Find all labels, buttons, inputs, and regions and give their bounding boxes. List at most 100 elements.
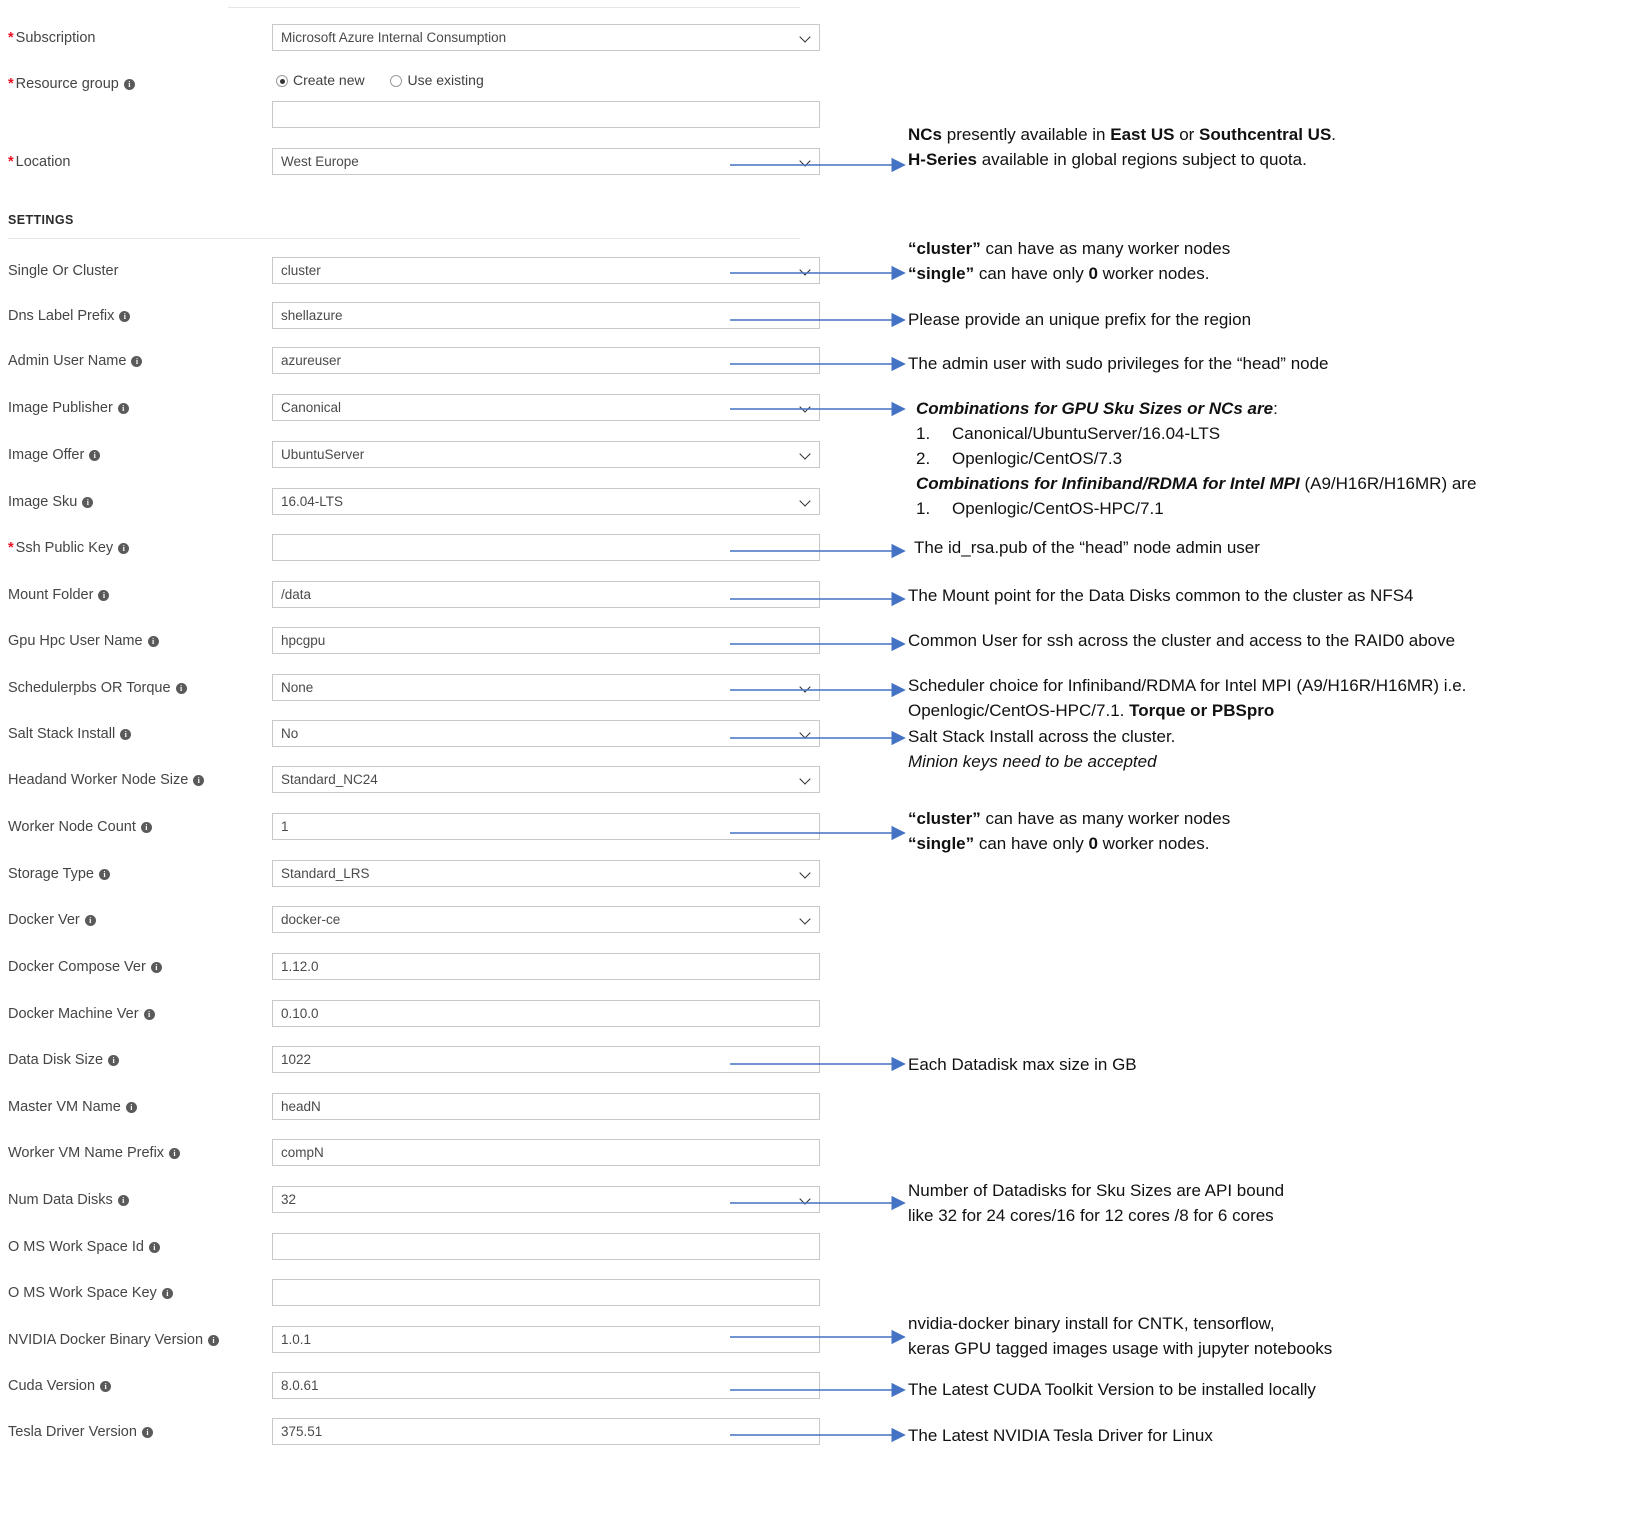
- scheduler-value: None: [281, 680, 314, 695]
- form-row-tesla-driver-version: Tesla Driver Version i 375.51: [0, 1418, 830, 1452]
- chevron-down-icon[interactable]: [801, 729, 810, 738]
- info-icon[interactable]: i: [193, 775, 205, 786]
- info-icon[interactable]: i: [141, 1427, 153, 1438]
- info-icon[interactable]: i: [118, 543, 130, 554]
- label-data-disk-size: Data Disk Size i: [8, 1050, 120, 1070]
- chevron-down-icon[interactable]: [801, 915, 810, 924]
- info-icon[interactable]: i: [140, 822, 152, 833]
- chevron-down-icon[interactable]: [801, 683, 810, 692]
- location-value: West Europe: [281, 154, 359, 169]
- chevron-down-icon[interactable]: [801, 157, 810, 166]
- chevron-down-icon[interactable]: [801, 775, 810, 784]
- num-data-disks-select[interactable]: 32: [272, 1186, 820, 1213]
- note-salt-l2: Minion keys need to be accepted: [908, 752, 1157, 771]
- data-disk-size-input[interactable]: 1022: [272, 1046, 820, 1073]
- master-vm-name-input[interactable]: headN: [272, 1093, 820, 1120]
- note-ssh-public-key: The id_rsa.pub of the “head” node admin …: [914, 538, 1260, 557]
- label-image-publisher: Image Publisher i: [8, 398, 129, 418]
- radio-use-existing[interactable]: Use existing: [390, 72, 484, 88]
- note-mount-folder: The Mount point for the Data Disks commo…: [908, 586, 1414, 605]
- label-cuda-version: Cuda Version i: [8, 1376, 112, 1396]
- note-wnc-l1a: “cluster”: [908, 809, 981, 828]
- note-scheduler: Scheduler choice for Infiniband/RDMA for…: [908, 673, 1466, 723]
- settings-section-header: SETTINGS: [8, 213, 74, 227]
- info-icon[interactable]: i: [147, 636, 159, 647]
- image-offer-value: UbuntuServer: [281, 447, 365, 462]
- oms-workspace-key-input[interactable]: [272, 1279, 820, 1306]
- image-sku-select[interactable]: 16.04-LTS: [272, 488, 820, 515]
- info-icon[interactable]: i: [208, 1335, 220, 1346]
- info-icon[interactable]: i: [98, 590, 110, 601]
- note-scheduler-l2a: Openlogic/CentOS-HPC/7.1.: [908, 701, 1130, 720]
- mount-folder-input[interactable]: /data: [272, 581, 820, 608]
- list-item: 1. Openlogic/CentOS-HPC/7.1: [916, 496, 1476, 521]
- single-or-cluster-select[interactable]: cluster: [272, 257, 820, 284]
- info-icon[interactable]: i: [108, 1055, 120, 1066]
- docker-compose-ver-input[interactable]: 1.12.0: [272, 953, 820, 980]
- info-icon[interactable]: i: [150, 962, 162, 973]
- chevron-down-icon[interactable]: [801, 497, 810, 506]
- note-ip-gpu-heading-tail: :: [1273, 399, 1278, 418]
- label-subscription: * Subscription: [8, 30, 96, 46]
- resource-group-name-input[interactable]: [272, 101, 820, 128]
- info-icon[interactable]: i: [84, 915, 96, 926]
- label-storage-type: Storage Type i: [8, 864, 110, 884]
- label-worker-vm-name-prefix: Worker VM Name Prefix i: [8, 1143, 181, 1163]
- nvidia-docker-binary-version-input[interactable]: 1.0.1: [272, 1326, 820, 1353]
- info-icon[interactable]: i: [119, 311, 131, 322]
- worker-node-count-input[interactable]: 1: [272, 813, 820, 840]
- info-icon[interactable]: i: [175, 683, 187, 694]
- info-icon[interactable]: i: [100, 1381, 112, 1392]
- storage-type-select[interactable]: Standard_LRS: [272, 860, 820, 887]
- dns-label-prefix-value: shellazure: [281, 308, 343, 323]
- info-icon[interactable]: i: [82, 497, 94, 508]
- info-icon[interactable]: i: [123, 79, 135, 90]
- admin-user-name-input[interactable]: azureuser: [272, 347, 820, 374]
- chevron-down-icon[interactable]: [801, 266, 810, 275]
- scheduler-select[interactable]: None: [272, 674, 820, 701]
- image-publisher-select[interactable]: Canonical: [272, 394, 820, 421]
- info-icon[interactable]: i: [120, 729, 132, 740]
- info-icon[interactable]: i: [143, 1009, 155, 1020]
- info-icon[interactable]: i: [161, 1288, 173, 1299]
- info-icon[interactable]: i: [117, 403, 129, 414]
- info-icon[interactable]: i: [169, 1148, 181, 1159]
- num-data-disks-value: 32: [281, 1192, 297, 1207]
- chevron-down-icon[interactable]: [801, 403, 810, 412]
- gpu-hpc-user-name-input[interactable]: hpcgpu: [272, 627, 820, 654]
- list-item-text: Openlogic/CentOS-HPC/7.1: [952, 499, 1164, 518]
- dns-label-prefix-input[interactable]: shellazure: [272, 302, 820, 329]
- salt-stack-install-select[interactable]: No: [272, 720, 820, 747]
- form-row-oms-workspace-key: O MS Work Space Key i: [0, 1279, 830, 1313]
- radio-create-new[interactable]: Create new: [276, 72, 365, 88]
- worker-vm-name-prefix-input[interactable]: compN: [272, 1139, 820, 1166]
- ssh-public-key-input[interactable]: [272, 534, 820, 561]
- settings-divider: [8, 238, 800, 239]
- cuda-version-input[interactable]: 8.0.61: [272, 1372, 820, 1399]
- head-and-worker-node-size-select[interactable]: Standard_NC24: [272, 766, 820, 793]
- info-icon[interactable]: i: [117, 1195, 129, 1206]
- label-docker-ver: Docker Ver i: [8, 910, 96, 930]
- note-soc-l2d: worker nodes.: [1097, 264, 1210, 283]
- info-icon[interactable]: i: [99, 869, 110, 880]
- docker-ver-select[interactable]: docker-ce: [272, 906, 820, 933]
- oms-workspace-id-input[interactable]: [272, 1233, 820, 1260]
- chevron-down-icon[interactable]: [801, 450, 810, 459]
- subscription-select[interactable]: Microsoft Azure Internal Consumption: [272, 24, 820, 51]
- chevron-down-icon[interactable]: [801, 33, 810, 42]
- form-row-docker-ver: Docker Ver i docker-ce: [0, 906, 830, 940]
- form-row-location: * Location West Europe: [0, 148, 830, 182]
- info-icon[interactable]: i: [131, 356, 143, 367]
- chevron-down-icon[interactable]: [801, 869, 810, 878]
- info-icon[interactable]: i: [89, 450, 101, 461]
- location-select[interactable]: West Europe: [272, 148, 820, 175]
- info-icon[interactable]: i: [148, 1242, 160, 1253]
- docker-machine-ver-input[interactable]: 0.10.0: [272, 1000, 820, 1027]
- note-soc-l1b: can have as many worker nodes: [980, 239, 1231, 258]
- label-gpu-hpc-user-name: Gpu Hpc User Name i: [8, 631, 159, 651]
- form-row-single-or-cluster: Single Or Cluster cluster: [0, 257, 830, 291]
- tesla-driver-version-input[interactable]: 375.51: [272, 1418, 820, 1445]
- image-offer-select[interactable]: UbuntuServer: [272, 441, 820, 468]
- chevron-down-icon[interactable]: [801, 1195, 810, 1204]
- info-icon[interactable]: i: [125, 1102, 137, 1113]
